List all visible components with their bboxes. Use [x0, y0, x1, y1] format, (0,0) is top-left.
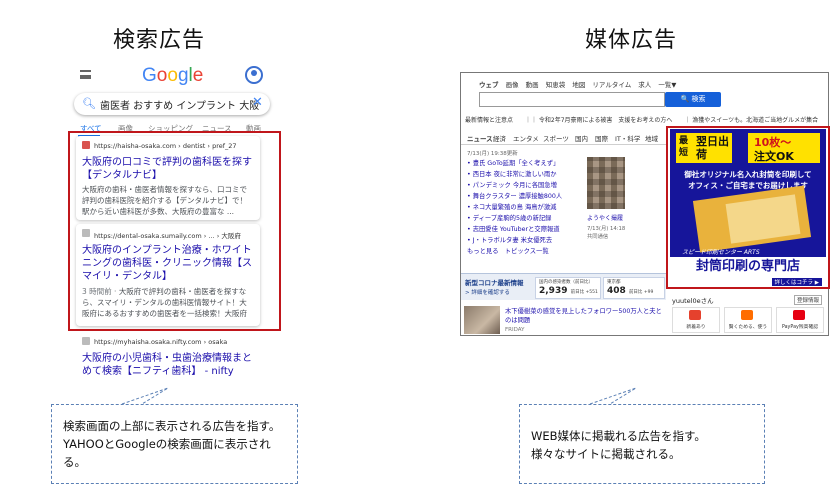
media-ad-callout: WEB媒体に掲載れる広告を指す。 様々なサイトに掲載される。 — [519, 404, 765, 484]
media-ad-description-line: 様々なサイトに掲載される。 — [531, 447, 681, 461]
media-ad-description-line: WEB媒体に掲載れる広告を指す。 — [531, 429, 706, 443]
search-ad-callout: 検索画面の上部に表示される広告を指す。YAHOOとGoogleの検索画面に表示さ… — [51, 404, 298, 484]
search-callout-pointer — [121, 387, 169, 405]
search-ad-description: 検索画面の上部に表示される広告を指す。YAHOOとGoogleの検索画面に表示さ… — [63, 419, 281, 469]
media-callout-pointer — [589, 387, 637, 405]
